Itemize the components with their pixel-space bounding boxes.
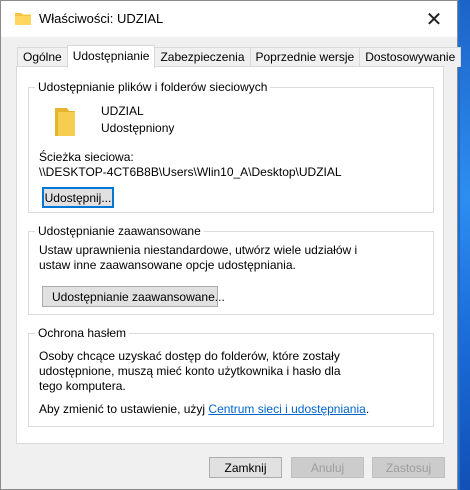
share-button[interactable]: Udostępnij... (42, 187, 114, 208)
advanced-sharing-group-title: Udostępnianie zaawansowane (35, 224, 204, 238)
tab-general[interactable]: Ogólne (17, 47, 68, 67)
network-path-label: Ścieżka sieciowa: (39, 150, 134, 164)
advanced-sharing-button[interactable]: Udostępnianie zaawansowane... (42, 286, 225, 307)
password-change-suffix: . (365, 402, 370, 416)
advanced-sharing-group: Udostępnianie zaawansowane Ustaw uprawni… (28, 224, 434, 315)
network-sharing-group-title: Udostępnianie plików i folderów sieciowy… (35, 80, 271, 94)
password-change-note: Aby zmienić to ustawienie, użyj Centrum … (39, 402, 369, 416)
tab-sharing[interactable]: Udostępnianie (66, 45, 156, 68)
cancel-button-label: Anuluj (310, 460, 345, 475)
network-sharing-group: Udostępnianie plików i folderów sieciowy… (28, 80, 434, 213)
tab-previous-versions[interactable]: Poprzednie wersje (249, 47, 361, 67)
tab-strip: Ogólne Udostępnianie Zabezpieczenia Popr… (17, 45, 462, 68)
title-bar[interactable]: Właściwości: UDZIAL ✕ (1, 1, 457, 37)
close-button[interactable]: ✕ (411, 1, 457, 37)
tab-security[interactable]: Zabezpieczenia (154, 47, 251, 67)
tab-customize[interactable]: Dostosowywanie (359, 47, 462, 67)
cancel-button[interactable]: Anuluj (291, 457, 364, 478)
password-protection-group-title: Ochrona hasłem (35, 326, 130, 340)
properties-dialog: Właściwości: UDZIAL ✕ Ogólne Udostępnian… (0, 0, 462, 490)
window-title: Właściwości: UDZIAL (39, 11, 164, 26)
share-button-label: Udostępnij... (44, 190, 112, 205)
folder-icon (55, 108, 75, 136)
password-protection-group: Ochrona hasłem Osoby chcące uzyskać dost… (28, 326, 434, 427)
advanced-sharing-description: Ustaw uprawnienia niestandardowe, utwórz… (39, 243, 358, 272)
network-sharing-center-link[interactable]: Centrum sieci i udostępniania (208, 402, 365, 416)
folder-share-status: Udostępniony (101, 121, 175, 135)
apply-button-label: Zastosuj (385, 460, 432, 475)
apply-button[interactable]: Zastosuj (372, 457, 445, 478)
password-protection-description: Osoby chcące uzyskać dostęp do folderów,… (39, 349, 341, 393)
advanced-sharing-button-label: Udostępnianie zaawansowane... (52, 289, 225, 304)
close-dialog-button[interactable]: Zamknij (209, 457, 282, 478)
desktop-background-right (460, 0, 470, 490)
network-path-value: \\DESKTOP-4CT6B8B\Users\Wlin10_A\Desktop… (39, 165, 342, 179)
close-dialog-button-label: Zamknij (224, 460, 267, 475)
close-icon: ✕ (425, 8, 443, 31)
sharing-panel: Udostępnianie plików i folderów sieciowy… (16, 66, 444, 444)
password-change-prefix: Aby zmienić to ustawienie, użyj (39, 402, 209, 416)
folder-icon (15, 13, 31, 25)
folder-name: UDZIAL (101, 104, 144, 118)
